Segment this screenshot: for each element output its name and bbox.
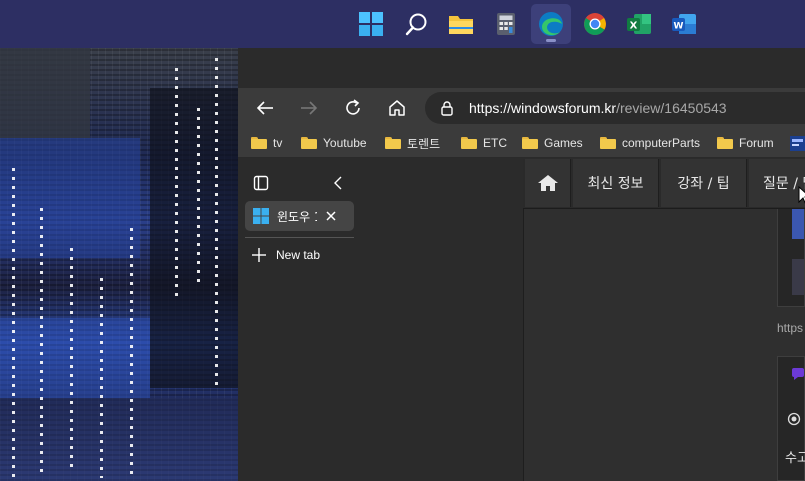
bookmark-folder-computerparts[interactable]: computerParts (600, 133, 700, 153)
svg-text:W: W (674, 22, 684, 32)
forward-arrow-icon (301, 101, 318, 115)
edge-browser-window: https://windowsforum.kr/review/16450543 … (238, 48, 805, 481)
bookmark-folder-etc[interactable]: ETC (461, 133, 507, 153)
bookmark-label: Youtube (323, 136, 367, 150)
bookmark-label: 토렌트 (407, 136, 441, 151)
partial-url-text: https (777, 321, 804, 335)
site-navigation: 최신 정보 강좌 / 팁 질문 / 답 (523, 159, 805, 209)
bookmark-site-favicon[interactable] (790, 133, 805, 153)
web-page-content: 최신 정보 강좌 / 팁 질문 / 답 https (523, 159, 805, 481)
browser-tab[interactable]: 윈도우 1 (245, 201, 354, 231)
windows-logo-icon (253, 208, 269, 224)
taskbar-excel-button[interactable]: X (619, 4, 659, 44)
word-icon: W (672, 14, 696, 34)
taskbar-search-button[interactable] (397, 4, 437, 44)
site-home-button[interactable] (525, 159, 571, 207)
vertical-tabs-panel: 윈도우 1 New tab (238, 159, 523, 481)
address-bar[interactable]: https://windowsforum.kr/review/16450543 (425, 92, 805, 124)
new-tab-label: New tab (276, 248, 321, 262)
folder-icon (600, 137, 616, 149)
mouse-cursor-icon (798, 186, 805, 204)
record-icon (787, 412, 801, 426)
close-tab-icon[interactable] (325, 210, 337, 222)
bookmark-folder-tv[interactable]: tv (251, 133, 282, 153)
windows-start-icon (359, 12, 383, 36)
bookmark-folder-torrent[interactable]: 토렌트 (385, 133, 440, 153)
folder-icon (251, 137, 267, 149)
bookmark-label: Games (544, 136, 583, 150)
taskbar-word-button[interactable]: W (664, 4, 704, 44)
preview-image-strip (792, 259, 804, 295)
partial-text: 수고 (785, 451, 805, 466)
home-icon (537, 175, 558, 191)
edge-icon (539, 12, 563, 36)
tab-title: 윈도우 1 (277, 209, 317, 224)
folder-icon (522, 137, 538, 149)
address-path: /review/16450543 (616, 100, 727, 116)
desktop: X W https://windowsforum.kr/review/16450… (0, 0, 805, 481)
calculator-icon (497, 13, 515, 35)
taskbar-calculator-button[interactable] (486, 4, 526, 44)
nav-label: 강좌 / 팁 (677, 176, 730, 192)
sidebar-preview: https 수고 (777, 209, 805, 481)
svg-text:X: X (630, 21, 638, 32)
bookmarks-bar: tv Youtube 토렌트 ETC Games computerParts F… (238, 128, 805, 158)
refresh-icon (346, 99, 360, 115)
lock-icon (441, 101, 453, 116)
desktop-wallpaper (0, 48, 238, 481)
folder-icon (717, 137, 733, 149)
content-card: 수고 (777, 356, 805, 481)
bookmark-folder-forum[interactable]: Forum (717, 133, 774, 153)
taskbar-chrome-button[interactable] (575, 4, 615, 44)
refresh-button[interactable] (339, 94, 367, 122)
folder-icon (449, 16, 473, 34)
preview-image-strip (792, 209, 804, 239)
chat-bubble-icon (792, 368, 804, 380)
new-tab-button[interactable]: New tab (252, 248, 320, 262)
back-arrow-icon (256, 101, 273, 115)
active-app-indicator (546, 39, 556, 42)
folder-icon (385, 137, 401, 149)
preview-card (777, 209, 805, 307)
search-icon (405, 13, 427, 36)
chrome-icon (584, 13, 606, 35)
home-icon (389, 100, 405, 116)
bookmark-folder-youtube[interactable]: Youtube (301, 133, 367, 153)
home-button[interactable] (383, 94, 411, 122)
bookmark-label: computerParts (622, 136, 701, 150)
tab-actions-icon[interactable] (253, 175, 269, 191)
tab-divider (245, 237, 354, 238)
browser-toolbar: https://windowsforum.kr/review/16450543 (238, 88, 805, 128)
taskbar-start-button[interactable] (351, 4, 391, 44)
taskbar: X W (0, 0, 805, 48)
taskbar-edge-button[interactable] (531, 4, 571, 44)
nav-label: 최신 정보 (587, 176, 644, 192)
plus-icon (252, 248, 266, 262)
site-favicon-icon (790, 135, 805, 151)
taskbar-file-explorer-button[interactable] (441, 4, 481, 44)
excel-icon: X (627, 14, 651, 34)
folder-icon (301, 137, 317, 149)
bookmark-folder-games[interactable]: Games (522, 133, 583, 153)
address-host: https://windowsforum.kr (469, 100, 617, 116)
folder-icon (461, 137, 477, 149)
nav-qna[interactable]: 질문 / 답 (749, 159, 805, 207)
forward-button[interactable] (295, 94, 323, 122)
bookmark-label: Forum (739, 136, 774, 150)
back-button[interactable] (251, 94, 279, 122)
collapse-panel-icon[interactable] (331, 175, 345, 191)
bookmark-label: tv (273, 136, 283, 150)
address-url: https://windowsforum.kr/review/16450543 (469, 100, 727, 116)
nav-tutorial-tips[interactable]: 강좌 / 팁 (661, 159, 747, 207)
bookmark-label: ETC (483, 136, 507, 150)
nav-latest-info[interactable]: 최신 정보 (573, 159, 659, 207)
